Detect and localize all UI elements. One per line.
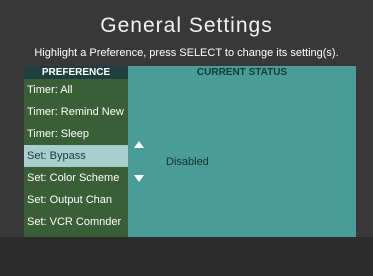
- preference-column-header: PREFERENCE: [24, 66, 128, 79]
- instruction-text: Highlight a Preference, press SELECT to …: [34, 47, 339, 59]
- preference-item-timer-remind-new[interactable]: Timer: Remind New: [24, 101, 128, 123]
- preference-item-set-color-scheme[interactable]: Set: Color Scheme: [24, 167, 128, 189]
- preference-item-set-vcr-comnder[interactable]: Set: VCR Comnder: [24, 211, 128, 233]
- current-status-column-header: CURRENT STATUS: [128, 66, 356, 79]
- settings-screen: General Settings Highlight a Preference,…: [0, 0, 373, 276]
- preference-list: Timer: All Timer: Remind New Timer: Slee…: [24, 79, 128, 237]
- up-arrow-icon[interactable]: [134, 141, 144, 148]
- down-arrow-icon[interactable]: [134, 175, 144, 182]
- page-title: General Settings: [100, 14, 273, 37]
- preference-item-timer-sleep[interactable]: Timer: Sleep: [24, 123, 128, 145]
- preference-item-set-output-chan[interactable]: Set: Output Chan: [24, 189, 128, 211]
- bottom-bar: [0, 237, 373, 276]
- preference-item-set-bypass[interactable]: Set: Bypass: [24, 145, 128, 167]
- current-status-value[interactable]: Disabled: [166, 156, 209, 168]
- current-status-panel: Disabled: [128, 79, 356, 237]
- preference-item-timer-all[interactable]: Timer: All: [24, 79, 128, 101]
